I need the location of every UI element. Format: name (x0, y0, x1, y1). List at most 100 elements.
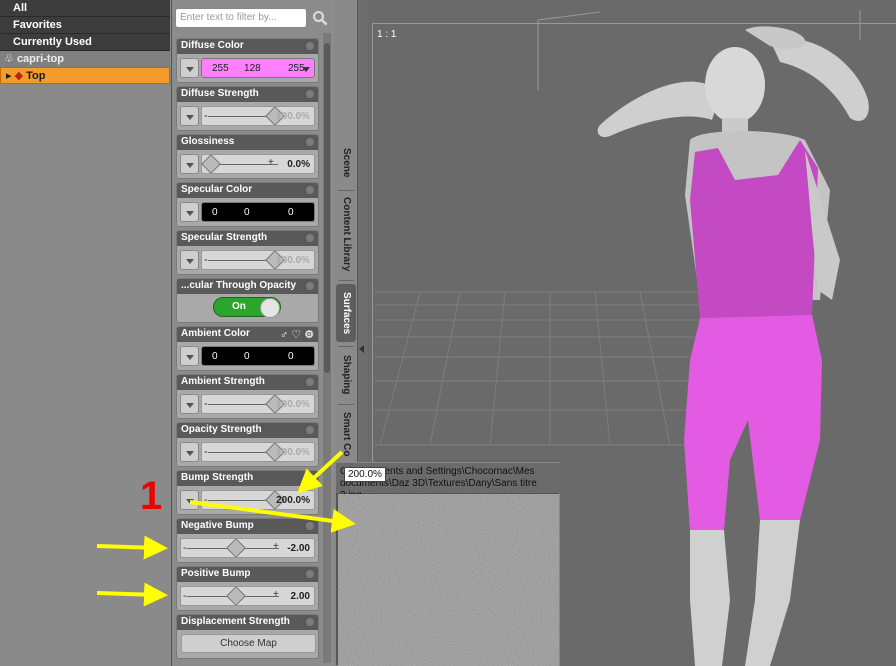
scrollbar-thumb[interactable] (324, 43, 330, 373)
property-menu-dropdown[interactable] (180, 490, 199, 510)
gear-icon[interactable] (306, 474, 314, 482)
property-bump-strength: Bump Strength -+200.0% (176, 470, 319, 515)
property-specular-strength: Specular Strength -+100.0% (176, 230, 319, 275)
property-diffuse-strength: Diffuse Strength -+100.0% (176, 86, 319, 131)
minus-icon: - (183, 590, 187, 602)
color-dropdown-icon[interactable] (302, 67, 310, 72)
property-menu-dropdown[interactable] (180, 346, 199, 366)
color-channel-g: 0 (244, 351, 250, 362)
property-cular-through-opacity: ...cular Through Opacity On (176, 278, 319, 323)
minus-icon: - (204, 446, 208, 458)
minus-icon: - (183, 542, 187, 554)
value-slider[interactable]: -+200.0% (201, 490, 315, 510)
property-negative-bump: Negative Bump - + -2.00 (176, 518, 319, 563)
property-value: -2.00 (287, 543, 310, 554)
filter-all[interactable]: All (0, 0, 170, 17)
property-title: Diffuse Color (177, 39, 318, 54)
property-menu-dropdown[interactable] (180, 202, 199, 222)
gear-icon[interactable] (306, 522, 314, 530)
property-menu-dropdown[interactable] (180, 394, 199, 414)
color-channel-r: 255 (212, 63, 229, 74)
slider-knob[interactable] (226, 586, 246, 606)
ambient-color-tool-icons[interactable]: ♂ ♡ ⚙ (280, 328, 314, 341)
minus-icon: - (204, 110, 208, 122)
property-value: 200.0% (276, 495, 310, 506)
property-diffuse-color: Diffuse Color 255 128 255 (176, 38, 319, 83)
tab-surfaces[interactable]: Surfaces (336, 284, 356, 342)
filter-search-input[interactable]: Enter text to filter by... (175, 8, 307, 28)
property-title: Ambient Strength (177, 375, 318, 390)
property-menu-dropdown[interactable] (180, 250, 199, 270)
surfaces-panel: Enter text to filter by... Diffuse Color… (172, 0, 334, 666)
property-menu-dropdown[interactable] (180, 106, 199, 126)
tab-smart-content[interactable]: Smart Co (336, 408, 356, 460)
value-slider[interactable]: -+100.0% (201, 106, 315, 126)
property-value: 0.0% (287, 159, 310, 170)
filter-currently-used[interactable]: Currently Used (0, 34, 170, 51)
gear-icon[interactable] (306, 570, 314, 578)
plus-icon: + (273, 589, 279, 600)
gear-icon[interactable] (306, 186, 314, 194)
property-ambient-color: Ambient Color 0 0 0 ♂ ♡ ⚙ (176, 326, 319, 371)
collapse-pane-arrow-icon[interactable] (359, 345, 364, 353)
property-menu-dropdown[interactable] (180, 58, 199, 78)
surface-group-icon: ◆ (14, 70, 24, 82)
app-window: All Favorites Currently Used ♧ capri-top… (0, 0, 896, 666)
filter-favorites[interactable]: Favorites (0, 17, 170, 34)
gear-icon[interactable] (306, 282, 314, 290)
tree-node-top-selected[interactable]: ▸ ◆ Top (0, 67, 170, 84)
value-slider[interactable]: - +2.00 (180, 586, 315, 606)
slider-knob[interactable] (226, 538, 246, 558)
value-slider[interactable]: -+100.0% (201, 250, 315, 270)
gear-icon[interactable] (306, 426, 314, 434)
property-title: Bump Strength (177, 471, 318, 486)
property-title: Negative Bump (177, 519, 318, 534)
on-off-toggle[interactable]: On (213, 297, 281, 318)
property-value: 100.0% (276, 447, 310, 458)
property-title: Displacement Strength (177, 615, 318, 630)
gear-icon[interactable] (306, 42, 314, 50)
property-opacity-strength: Opacity Strength -+100.0% (176, 422, 319, 467)
value-slider[interactable]: -+0.0% (201, 154, 315, 174)
property-scrollbar[interactable] (323, 33, 331, 663)
property-menu-dropdown[interactable] (180, 442, 199, 462)
value-slider[interactable]: -+100.0% (201, 394, 315, 414)
property-ambient-strength: Ambient Strength -+100.0% (176, 374, 319, 419)
property-title: Diffuse Strength (177, 87, 318, 102)
property-positive-bump: Positive Bump - +2.00 (176, 566, 319, 611)
color-channel-g: 128 (244, 63, 261, 74)
value-slider[interactable]: - + -2.00 (180, 538, 315, 558)
property-title: Glossiness (177, 135, 318, 150)
noise-texture-image (338, 494, 559, 666)
color-field[interactable]: 0 0 0 (201, 202, 315, 222)
color-field[interactable]: 0 0 0 (201, 346, 315, 366)
tree-node-label: Top (26, 70, 46, 82)
gear-icon[interactable] (306, 138, 314, 146)
gear-icon[interactable] (306, 90, 314, 98)
property-title: ...cular Through Opacity (177, 279, 318, 294)
gear-icon[interactable] (306, 618, 314, 626)
tab-scene[interactable]: Scene (336, 142, 356, 184)
plus-icon: + (273, 541, 279, 552)
choose-map-button[interactable]: Choose Map (181, 634, 316, 653)
property-value: 100.0% (276, 399, 310, 410)
tree-node-capri-top[interactable]: ♧ capri-top (0, 51, 170, 67)
color-channel-g: 0 (244, 207, 250, 218)
color-channel-r: 0 (212, 207, 218, 218)
color-channel-r: 0 (212, 351, 218, 362)
expand-arrow-icon[interactable]: ▸ (6, 70, 12, 82)
search-icon[interactable] (312, 10, 328, 26)
color-field[interactable]: 255 128 255 (201, 58, 315, 78)
property-title: Positive Bump (177, 567, 318, 582)
tab-content-library[interactable]: Content Library (336, 194, 356, 274)
gear-icon[interactable] (306, 234, 314, 242)
tree-node-label: capri-top (16, 53, 64, 65)
property-menu-dropdown[interactable] (180, 154, 199, 174)
color-channel-b: 0 (288, 207, 294, 218)
tab-shaping[interactable]: Shaping (336, 350, 356, 400)
minus-icon: - (204, 254, 208, 266)
value-slider[interactable]: -+100.0% (201, 442, 315, 462)
minus-icon: - (204, 494, 208, 506)
scene-tree-panel: All Favorites Currently Used ♧ capri-top… (0, 0, 172, 666)
gear-icon[interactable] (306, 378, 314, 386)
